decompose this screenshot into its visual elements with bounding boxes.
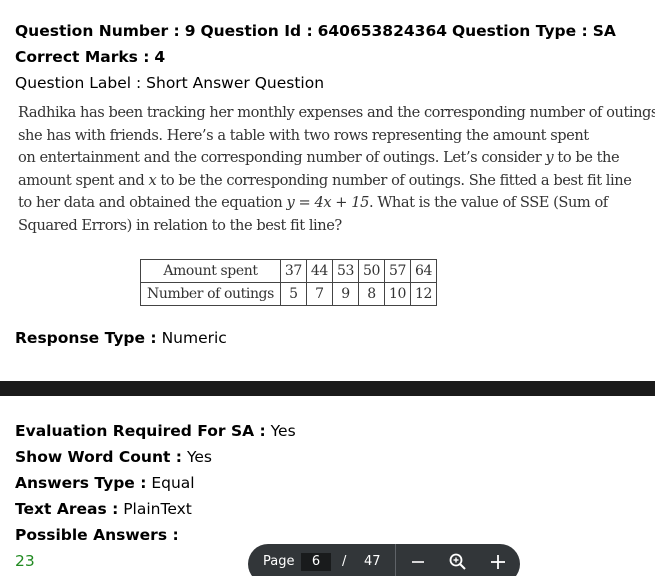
question-text-segment: on entertainment and the corresponding n…: [18, 149, 546, 166]
question-line: she has with friends. Here’s a table wit…: [18, 125, 618, 148]
question-text-segment: to be the corresponding number of outing…: [156, 171, 632, 189]
toolbar-divider: [395, 544, 396, 576]
minus-icon: [412, 561, 424, 563]
question-type-label: Question Type :: [451, 22, 588, 40]
show-word-count-label: Show Word Count :: [15, 448, 182, 466]
table-cell: 5: [279, 282, 307, 306]
question-text: Radhika has been tracking her monthly ex…: [18, 102, 655, 238]
evaluation-required-line: Evaluation Required For SA : Yes: [15, 421, 296, 441]
table-cell: 8: [357, 282, 385, 306]
show-word-count-value: Yes: [186, 448, 212, 466]
text-areas-value: PlainText: [123, 500, 192, 518]
question-label-line: Question Label : Short Answer Question: [15, 73, 324, 93]
table-cell: 12: [409, 282, 438, 306]
question-text-segment: to her data and obtained the equation: [18, 194, 287, 211]
response-type-line: Response Type : Numeric: [15, 328, 227, 348]
question-line: Squared Errors) in relation to the best …: [18, 215, 618, 238]
math-expression: y = 4x + 15: [286, 194, 370, 211]
question-header-line: Question Number : 9 Question Id : 640653…: [15, 21, 616, 41]
table-cell: 64: [409, 259, 438, 283]
question-number-label: Question Number :: [15, 22, 180, 40]
page-total: 47: [364, 554, 381, 569]
table-cell: 37: [279, 259, 307, 283]
question-id-value: 640653824364: [317, 22, 448, 40]
show-word-count-line: Show Word Count : Yes: [15, 447, 212, 467]
table-cell: 44: [305, 259, 333, 283]
question-line: on entertainment and the corresponding n…: [18, 147, 620, 170]
question-type-value: SA: [592, 22, 616, 40]
table-cell: 53: [331, 259, 359, 283]
zoom-icon: [449, 553, 466, 570]
table-cell: 10: [383, 282, 411, 306]
question-text-segment: Squared Errors) in relation to the best …: [18, 216, 342, 234]
zoom-out-button[interactable]: [404, 548, 432, 576]
question-number-value: 9: [184, 22, 196, 40]
question-line: amount spent and x to be the correspondi…: [18, 170, 632, 193]
evaluation-required-label: Evaluation Required For SA :: [15, 422, 266, 440]
question-text-segment: she has with friends. Here’s a table wit…: [18, 126, 589, 144]
page-number-input[interactable]: 6: [301, 553, 331, 571]
question-text-segment: amount spent and: [18, 171, 149, 189]
correct-marks-line: Correct Marks : 4: [15, 47, 165, 67]
correct-marks-label: Correct Marks :: [15, 48, 150, 66]
correct-marks-value: 4: [154, 48, 166, 66]
section-divider-band: [0, 381, 655, 396]
answers-type-value: Equal: [151, 474, 195, 492]
question-text-segment: Radhika has been tracking her monthly ex…: [18, 104, 655, 121]
response-type-label: Response Type :: [15, 329, 157, 347]
table-row: Amount spent 37 44 53 50 57 64: [140, 259, 438, 283]
text-areas-line: Text Areas : PlainText: [15, 499, 192, 519]
possible-answers-line: Possible Answers :: [15, 525, 179, 545]
table-row: Number of outings 5 7 9 8 10 12: [140, 282, 438, 306]
question-label-value: Short Answer Question: [146, 74, 325, 92]
pdf-page-toolbar: Page 6 / 47: [248, 544, 520, 576]
question-label-label: Question Label :: [15, 74, 142, 92]
possible-answers-label: Possible Answers :: [15, 526, 179, 544]
table-cell: 57: [383, 259, 411, 283]
possible-answer-value: 23: [15, 552, 35, 570]
plus-icon: [491, 555, 505, 569]
answers-type-line: Answers Type : Equal: [15, 473, 195, 493]
row-header: Number of outings: [140, 282, 281, 306]
zoom-fit-button[interactable]: [444, 548, 472, 576]
answers-type-label: Answers Type :: [15, 474, 147, 492]
page-separator: /: [342, 554, 347, 569]
question-line: Radhika has been tracking her monthly ex…: [18, 102, 655, 125]
table-cell: 50: [357, 259, 385, 283]
response-type-value: Numeric: [161, 329, 227, 347]
question-text-segment: . What is the value of SSE (Sum of: [368, 194, 608, 211]
question-text-segment: to be the: [553, 149, 620, 166]
question-id-label: Question Id :: [200, 22, 313, 40]
row-header: Amount spent: [140, 259, 281, 283]
question-line: to her data and obtained the equation y …: [18, 192, 618, 215]
table-cell: 9: [331, 282, 359, 306]
evaluation-required-value: Yes: [270, 422, 296, 440]
table-cell: 7: [305, 282, 333, 306]
page-label: Page: [263, 554, 295, 569]
text-areas-label: Text Areas :: [15, 500, 119, 518]
data-table: Amount spent 37 44 53 50 57 64 Number of outing…: [140, 259, 438, 306]
zoom-in-button[interactable]: [484, 548, 512, 576]
